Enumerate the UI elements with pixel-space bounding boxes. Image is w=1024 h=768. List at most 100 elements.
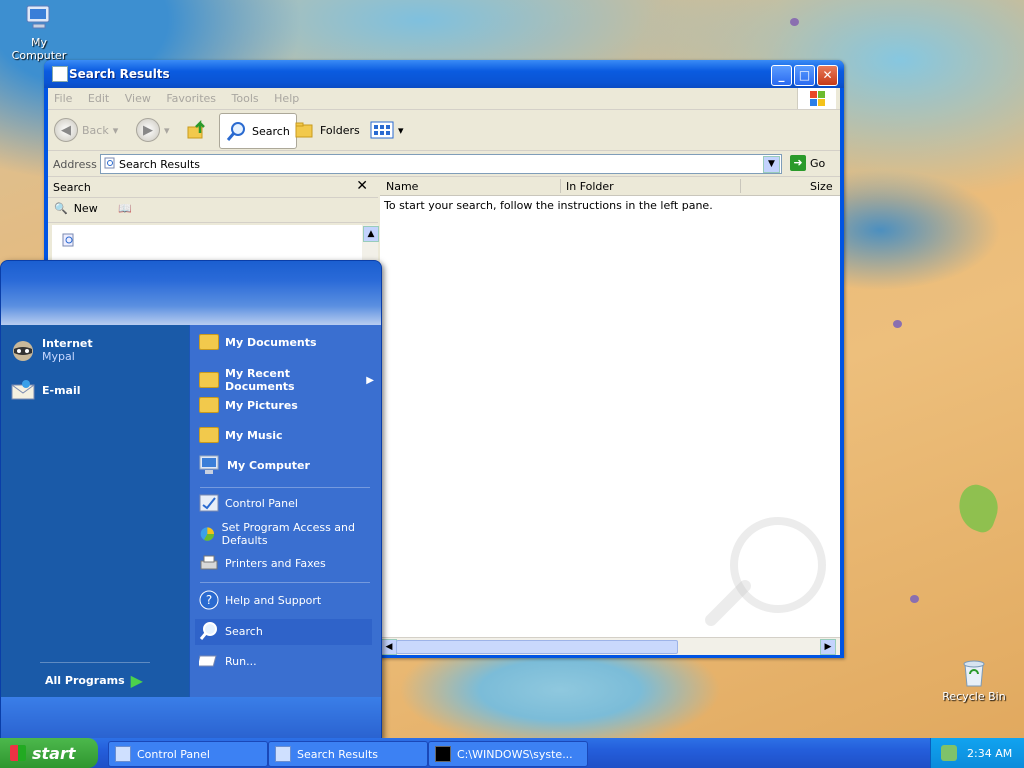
close-pane-icon[interactable]: ✕ (356, 178, 368, 194)
menu-help[interactable]: Help (268, 88, 305, 105)
desktop-icon-recycle-bin[interactable]: Recycle Bin (937, 656, 1011, 703)
start-item-my-documents[interactable]: My Documents (199, 334, 374, 350)
control-panel-icon (115, 746, 131, 762)
start-item-control-panel[interactable]: Control Panel (199, 493, 374, 513)
start-item-my-pictures[interactable]: My Pictures (199, 397, 374, 413)
instructions-text: To start your search, follow the instruc… (384, 199, 713, 212)
new-search-icon: 🔍 (54, 202, 68, 215)
back-dropdown-icon[interactable]: ▾ (113, 124, 119, 137)
scroll-right-icon[interactable]: ▶ (820, 639, 836, 655)
column-separator[interactable] (560, 179, 561, 193)
start-item-run[interactable]: Run... (199, 652, 374, 670)
search-companion-icon (62, 233, 74, 247)
menu-view[interactable]: View (119, 88, 157, 105)
go-button[interactable]: ➜ Go (790, 155, 825, 171)
desktop-pebble (910, 595, 919, 603)
toolbar: ◀ Back ▾ ▶ ▾ Search Folders ▾ (48, 110, 840, 151)
clock[interactable]: 2:34 AM (967, 747, 1012, 760)
start-item-internet[interactable]: Internet Mypal (10, 337, 93, 363)
start-item-my-computer[interactable]: My Computer (197, 454, 372, 476)
menu-file[interactable]: File (48, 88, 78, 105)
search-icon (226, 122, 245, 141)
bookmark-icon[interactable]: 📖 (118, 202, 132, 215)
column-separator[interactable] (740, 179, 741, 193)
menu-tools[interactable]: Tools (226, 88, 265, 105)
close-button[interactable]: ✕ (817, 65, 838, 86)
program-access-label: Set Program Access and Defaults (221, 521, 355, 547)
window-title: Search Results (69, 67, 170, 81)
tray-network-icon[interactable] (941, 745, 957, 761)
column-size[interactable]: Size (810, 180, 833, 193)
maximize-button[interactable]: □ (794, 65, 815, 86)
taskbar-item-label: Search Results (297, 747, 379, 761)
pictures-folder-icon (199, 397, 219, 413)
run-icon (199, 655, 217, 667)
email-label: E-mail (42, 383, 81, 397)
start-menu-separator (40, 662, 150, 663)
scroll-left-icon[interactable]: ◀ (381, 639, 397, 655)
address-dropdown-icon[interactable]: ▼ (763, 156, 780, 173)
forward-dropdown-icon[interactable]: ▾ (164, 124, 170, 137)
my-pictures-label: My Pictures (225, 398, 298, 412)
folders-button[interactable]: Folders (294, 113, 360, 147)
start-item-printers-faxes[interactable]: Printers and Faxes (199, 553, 374, 573)
start-item-my-recent-documents[interactable]: My Recent Documents ▶ (199, 367, 374, 393)
folders-icon (295, 122, 313, 138)
program-access-icon (200, 527, 215, 541)
desktop-icon-label: My Computer (11, 36, 67, 62)
start-item-my-music[interactable]: My Music (199, 427, 374, 443)
taskbar-item-control-panel[interactable]: Control Panel (108, 741, 268, 767)
search-watermark-icon (730, 517, 826, 613)
help-icon: ? (199, 590, 219, 610)
start-button[interactable]: start (0, 738, 98, 768)
start-item-program-access[interactable]: Set Program Access and Defaults (199, 521, 374, 547)
search-button[interactable]: Search (219, 113, 297, 149)
start-item-search[interactable]: Search (199, 621, 374, 641)
internet-label: Internet (42, 337, 93, 350)
views-dropdown-icon[interactable]: ▾ (398, 124, 404, 137)
desktop-icon-my-computer[interactable]: My Computer (2, 2, 76, 62)
taskbar-item-search-results[interactable]: Search Results (268, 741, 428, 767)
taskbar-item-command-prompt[interactable]: C:\WINDOWS\syste... (428, 741, 588, 767)
control-panel-label: Control Panel (225, 496, 298, 510)
desktop-pebble (893, 320, 902, 328)
recent-folder-icon (199, 372, 219, 388)
my-computer-label: My Computer (227, 458, 310, 472)
desktop-pebble (790, 18, 799, 26)
new-search-button[interactable]: 🔍 New (54, 202, 98, 215)
start-label: start (32, 743, 76, 763)
views-grid-icon (370, 121, 394, 139)
control-panel-icon (199, 494, 219, 512)
search-icon (199, 622, 217, 640)
column-in-folder[interactable]: In Folder (566, 180, 614, 193)
window-titlebar[interactable]: Search Results _ □ ✕ (44, 60, 844, 88)
all-programs-button[interactable]: All Programs ▶ (45, 671, 143, 690)
up-folder-button[interactable] (186, 113, 208, 147)
views-button[interactable]: ▾ (370, 113, 404, 147)
column-name[interactable]: Name (386, 180, 418, 193)
results-pane: Name In Folder Size To start your search… (380, 177, 840, 655)
my-music-label: My Music (225, 428, 283, 442)
minimize-button[interactable]: _ (771, 65, 792, 86)
windows-logo-icon (797, 88, 836, 109)
horizontal-scrollbar[interactable]: ◀ ▶ (380, 637, 840, 655)
back-button[interactable]: ◀ Back ▾ (54, 113, 118, 147)
search-results-icon (275, 746, 291, 762)
go-label: Go (810, 156, 826, 170)
scroll-up-icon[interactable]: ▲ (363, 226, 379, 242)
menu-edit[interactable]: Edit (82, 88, 115, 105)
results-column-headers: Name In Folder Size (380, 177, 840, 196)
address-field[interactable]: Search Results ▼ (100, 154, 782, 174)
start-menu-separator (200, 582, 370, 583)
all-programs-label: All Programs (45, 674, 125, 687)
my-documents-label: My Documents (225, 335, 317, 349)
printers-faxes-label: Printers and Faxes (225, 556, 326, 570)
scroll-thumb[interactable] (396, 640, 678, 654)
start-item-email[interactable]: E-mail (10, 377, 81, 403)
music-folder-icon (199, 427, 219, 443)
computer-icon (26, 5, 50, 29)
start-item-help-support[interactable]: ? Help and Support (199, 590, 374, 610)
menu-favorites[interactable]: Favorites (160, 88, 222, 105)
back-label: Back (82, 123, 109, 137)
forward-button[interactable]: ▶ ▾ (136, 113, 170, 147)
